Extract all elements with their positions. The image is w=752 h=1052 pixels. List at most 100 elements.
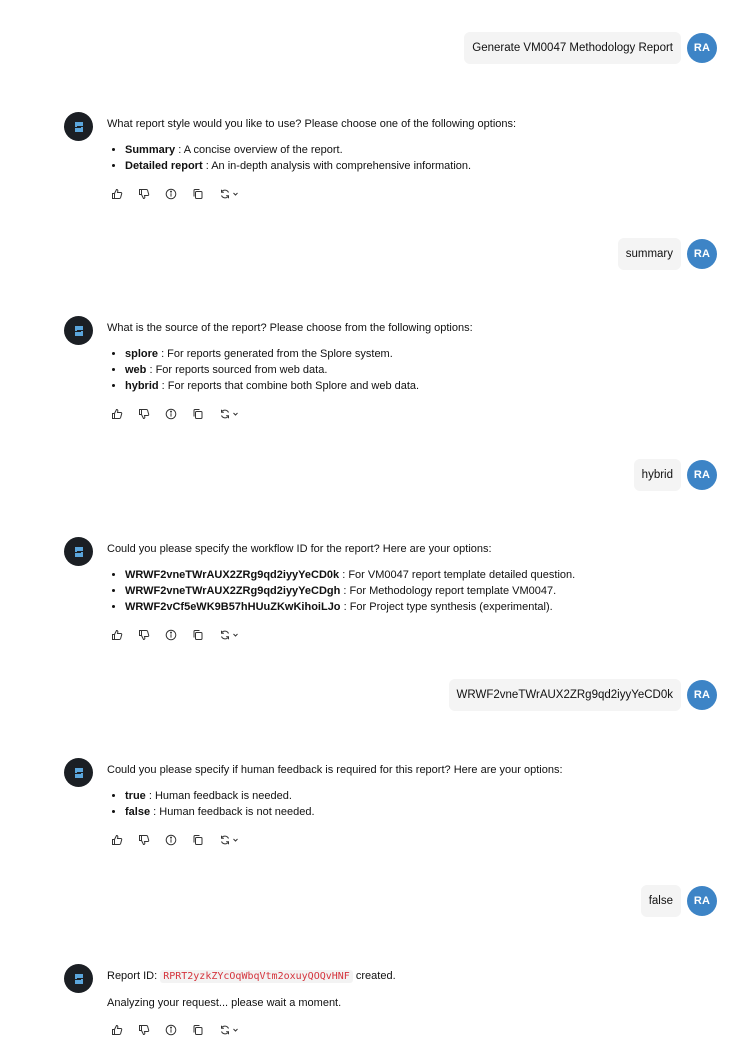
regenerate-icon[interactable]	[219, 188, 241, 200]
message-actions	[111, 629, 704, 641]
thumbs-down-icon[interactable]	[138, 1024, 150, 1036]
user-avatar[interactable]: RA	[687, 239, 717, 269]
bot-avatar	[64, 316, 93, 345]
thumbs-down-icon[interactable]	[138, 408, 150, 420]
thumbs-down-icon[interactable]	[138, 188, 150, 200]
user-avatar[interactable]: RA	[687, 680, 717, 710]
option-desc: : An in-depth analysis with comprehensiv…	[202, 160, 472, 172]
message-actions	[111, 188, 704, 200]
info-icon[interactable]	[165, 629, 177, 641]
info-icon[interactable]	[165, 834, 177, 846]
bot-logo-icon	[74, 325, 83, 336]
copy-icon[interactable]	[192, 629, 204, 641]
bot-logo-icon	[74, 121, 83, 132]
report-id-suffix: created.	[352, 970, 396, 982]
option-key: web	[125, 364, 147, 376]
option-item: WRWF2vneTWrAUX2ZRg9qd2iyyYeCD0k : For VM…	[125, 567, 704, 583]
user-message-bubble: WRWF2vneTWrAUX2ZRg9qd2iyyYeCD0k	[448, 679, 681, 711]
user-message-bubble: summary	[617, 238, 681, 270]
bot-message: Could you please specify if human feedba…	[64, 758, 704, 846]
thumbs-down-icon[interactable]	[138, 834, 150, 846]
option-item: splore : For reports generated from the …	[125, 346, 704, 362]
regenerate-icon[interactable]	[219, 1024, 241, 1036]
option-desc: : Human feedback is not needed.	[150, 806, 315, 818]
option-item: WRWF2vCf5eWK9B57hHUuZKwKihoiLJo : For Pr…	[125, 599, 704, 615]
option-item: hybrid : For reports that combine both S…	[125, 378, 704, 394]
option-item: Summary : A concise overview of the repo…	[125, 142, 704, 158]
user-avatar[interactable]: RA	[687, 460, 717, 490]
message-actions	[111, 834, 704, 846]
option-item: true : Human feedback is needed.	[125, 788, 704, 804]
copy-icon[interactable]	[192, 188, 204, 200]
bot-avatar	[64, 758, 93, 787]
thumbs-up-icon[interactable]	[111, 188, 123, 200]
thumbs-up-icon[interactable]	[111, 629, 123, 641]
thumbs-up-icon[interactable]	[111, 834, 123, 846]
user-message: false RA	[640, 885, 717, 917]
bot-message-text: Could you please specify the workflow ID…	[107, 543, 492, 555]
copy-icon[interactable]	[192, 834, 204, 846]
bot-logo-icon	[74, 546, 83, 557]
option-item: Detailed report : An in-depth analysis w…	[125, 158, 704, 174]
regenerate-icon[interactable]	[219, 408, 241, 420]
thumbs-up-icon[interactable]	[111, 1024, 123, 1036]
option-list: true : Human feedback is needed. false :…	[107, 788, 704, 820]
option-list: splore : For reports generated from the …	[107, 346, 704, 394]
report-id-line: Report ID: RPRT2yzkZYcOqWbqVtm2oxuyQOQvH…	[107, 968, 704, 985]
user-message-bubble: hybrid	[633, 459, 681, 491]
option-desc: : For reports generated from the Splore …	[158, 348, 393, 360]
user-message: Generate VM0047 Methodology Report RA	[464, 32, 717, 64]
copy-icon[interactable]	[192, 1024, 204, 1036]
option-key: false	[125, 806, 151, 818]
bot-avatar	[64, 537, 93, 566]
bot-message-text: What is the source of the report? Please…	[107, 322, 473, 334]
info-icon[interactable]	[165, 1024, 177, 1036]
option-desc: : Human feedback is needed.	[145, 790, 292, 802]
message-actions	[111, 1024, 704, 1036]
bot-message: What report style would you like to use?…	[64, 112, 704, 200]
option-desc: : A concise overview of the report.	[175, 144, 343, 156]
bot-message-text: What report style would you like to use?…	[107, 118, 517, 130]
bot-avatar	[64, 964, 93, 993]
option-item: false : Human feedback is not needed.	[125, 804, 704, 820]
option-key: true	[125, 790, 146, 802]
info-icon[interactable]	[165, 188, 177, 200]
option-desc: : For reports sourced from web data.	[146, 364, 328, 376]
option-key: Detailed report	[125, 160, 203, 172]
option-key: hybrid	[125, 380, 159, 392]
bot-message: Could you please specify the workflow ID…	[64, 537, 704, 641]
option-key: WRWF2vCf5eWK9B57hHUuZKwKihoiLJo	[125, 601, 341, 613]
report-id-code: RPRT2yzkZYcOqWbqVtm2oxuyQOQvHNF	[160, 970, 353, 983]
user-avatar[interactable]: RA	[687, 886, 717, 916]
bot-logo-icon	[74, 767, 83, 778]
thumbs-down-icon[interactable]	[138, 629, 150, 641]
user-avatar[interactable]: RA	[687, 33, 717, 63]
option-desc: : For reports that combine both Splore a…	[158, 380, 420, 392]
bot-message-text: Could you please specify if human feedba…	[107, 764, 563, 776]
regenerate-icon[interactable]	[219, 629, 241, 641]
option-key: WRWF2vneTWrAUX2ZRg9qd2iyyYeCD0k	[125, 569, 340, 581]
option-key: WRWF2vneTWrAUX2ZRg9qd2iyyYeCDgh	[125, 585, 341, 597]
option-key: splore	[125, 348, 159, 360]
option-item: WRWF2vneTWrAUX2ZRg9qd2iyyYeCDgh : For Me…	[125, 583, 704, 599]
option-key: Summary	[125, 144, 176, 156]
chat-page: Generate VM0047 Methodology Report RA Wh…	[0, 0, 752, 1052]
bot-logo-icon	[74, 973, 83, 984]
user-message: summary RA	[617, 238, 717, 270]
thumbs-up-icon[interactable]	[111, 408, 123, 420]
report-id-prefix: Report ID:	[107, 970, 161, 982]
bot-avatar	[64, 112, 93, 141]
option-list: Summary : A concise overview of the repo…	[107, 142, 704, 174]
user-message: WRWF2vneTWrAUX2ZRg9qd2iyyYeCD0k RA	[448, 679, 717, 711]
option-list: WRWF2vneTWrAUX2ZRg9qd2iyyYeCD0k : For VM…	[107, 567, 704, 615]
copy-icon[interactable]	[192, 408, 204, 420]
user-message-bubble: Generate VM0047 Methodology Report	[464, 32, 681, 64]
user-message: hybrid RA	[633, 459, 717, 491]
regenerate-icon[interactable]	[219, 834, 241, 846]
option-desc: : For VM0047 report template detailed qu…	[339, 569, 576, 581]
bot-message: Report ID: RPRT2yzkZYcOqWbqVtm2oxuyQOQvH…	[64, 964, 704, 1036]
bot-message: What is the source of the report? Please…	[64, 316, 704, 420]
info-icon[interactable]	[165, 408, 177, 420]
option-desc: : For Project type synthesis (experiment…	[340, 601, 553, 613]
option-desc: : For Methodology report template VM0047…	[340, 585, 557, 597]
